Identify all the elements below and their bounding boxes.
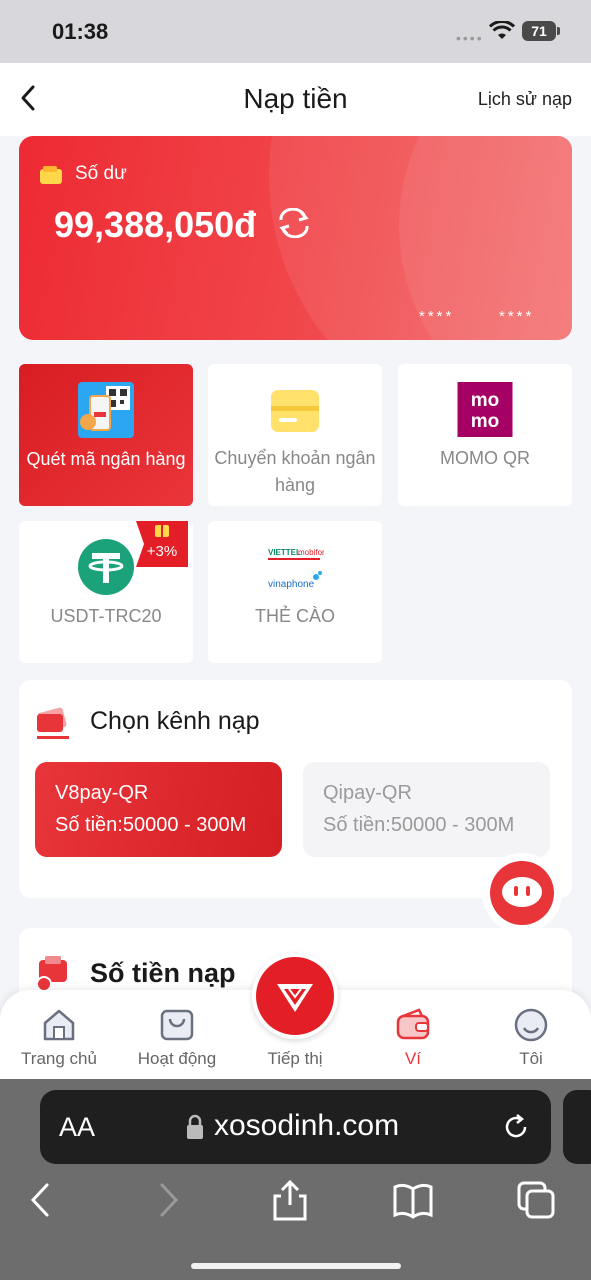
channel-title: Chọn kênh nạp — [90, 707, 260, 735]
home-icon — [43, 1009, 75, 1041]
tab-label: Tiếp thị — [267, 1049, 323, 1068]
header: Nạp tiền Lịch sử nạp — [0, 63, 591, 136]
channel-name: V8pay-QR — [55, 782, 149, 804]
method-scratch-card[interactable]: VIETTEL mobifone vinaphone THẺ CÀO — [208, 521, 382, 663]
tether-icon — [78, 539, 134, 595]
support-chat-icon[interactable] — [481, 852, 563, 934]
method-label: USDT-TRC20 — [50, 606, 162, 626]
svg-text:VIETTEL: VIETTEL — [268, 548, 301, 557]
tab-label: Hoạt động — [137, 1049, 217, 1068]
svg-text:vinaphone: vinaphone — [268, 579, 315, 590]
bag-icon — [160, 1009, 194, 1041]
method-label: Chuyển khoản ngân hàng — [214, 448, 376, 495]
wallet-icon — [40, 166, 62, 184]
card-channel-icon — [37, 707, 69, 739]
channel-name: Qipay-QR — [323, 782, 412, 804]
telecom-logos-icon: VIETTEL mobifone vinaphone — [268, 548, 324, 590]
balance-amount: 99,388,050đ — [54, 204, 257, 245]
profile-icon — [514, 1008, 548, 1042]
refresh-icon[interactable] — [275, 208, 313, 238]
tab-label: Trang chủ — [21, 1049, 97, 1068]
url-text: xosodinh.com — [214, 1109, 400, 1142]
money-icon — [36, 956, 67, 992]
tab-profile[interactable]: Tôi — [472, 990, 590, 1079]
back-nav-icon[interactable] — [20, 1179, 62, 1221]
card-number-mask: **** — [419, 308, 455, 325]
channel-range: Số tiền:50000 - 300M — [55, 814, 247, 836]
method-usdt[interactable]: +3% USDT-TRC20 — [19, 521, 193, 663]
tab-home[interactable]: Trang chủ — [0, 990, 118, 1079]
method-bank-transfer[interactable]: Chuyển khoản ngân hàng — [208, 364, 382, 506]
bonus-label: +3% — [146, 543, 178, 560]
marketing-center-button[interactable] — [252, 953, 338, 1039]
battery-icon — [557, 27, 560, 35]
share-icon[interactable] — [269, 1179, 311, 1221]
reader-button[interactable]: AA — [59, 1112, 95, 1143]
signal-icon: •••• — [456, 30, 484, 46]
card-number-mask: **** — [499, 308, 535, 325]
home-indicator — [191, 1263, 401, 1269]
svg-text:mo: mo — [471, 411, 500, 432]
address-bar[interactable]: AA xosodinh.com — [40, 1090, 551, 1164]
tab-activities[interactable]: Hoạt động — [118, 990, 236, 1079]
balance-card: Số dư 99,388,050đ **** **** — [19, 136, 572, 340]
tab-label: Tôi — [519, 1049, 543, 1068]
svg-text:mo: mo — [471, 390, 500, 411]
method-label: Quét mã ngân hàng — [26, 449, 186, 469]
bank-card-icon — [271, 390, 319, 432]
browser-toolbar: AA xosodinh.com — [0, 1079, 591, 1280]
status-bar: 01:38 •••• 71 — [0, 0, 591, 63]
channel-range: Số tiền:50000 - 300M — [323, 814, 515, 836]
lock-icon — [187, 1114, 203, 1139]
tab-wallet[interactable]: Ví — [354, 990, 472, 1079]
wallet-icon — [396, 1008, 430, 1040]
next-tab-preview[interactable] — [563, 1090, 591, 1164]
history-link[interactable]: Lịch sử nạp — [478, 89, 572, 110]
method-momo[interactable]: mo mo MOMO QR — [398, 364, 572, 506]
battery-level: 71 — [522, 21, 556, 41]
svg-text:mobifone: mobifone — [298, 548, 324, 557]
status-time: 01:38 — [52, 19, 109, 44]
channel-option-v8pay[interactable]: V8pay-QR Số tiền:50000 - 300M — [35, 762, 282, 857]
wifi-icon — [489, 21, 515, 39]
method-bank-qr[interactable]: Quét mã ngân hàng — [19, 364, 193, 506]
bonus-badge: +3% — [136, 521, 188, 567]
qr-scan-icon — [78, 382, 134, 438]
balance-label: Số dư — [75, 163, 127, 184]
method-label: MOMO QR — [440, 448, 530, 468]
reload-icon[interactable] — [501, 1112, 531, 1142]
diamond-logo-icon — [277, 984, 313, 1012]
tab-label: Ví — [404, 1049, 422, 1068]
forward-nav-icon[interactable] — [147, 1179, 189, 1221]
tabs-icon[interactable] — [515, 1179, 557, 1221]
method-label: THẺ CÀO — [254, 606, 335, 626]
channel-option-qipay[interactable]: Qipay-QR Số tiền:50000 - 300M — [303, 762, 550, 857]
momo-logo-icon: mo mo — [457, 382, 513, 437]
amount-title: Số tiền nạp — [90, 958, 236, 988]
bookmarks-icon[interactable] — [392, 1179, 434, 1221]
